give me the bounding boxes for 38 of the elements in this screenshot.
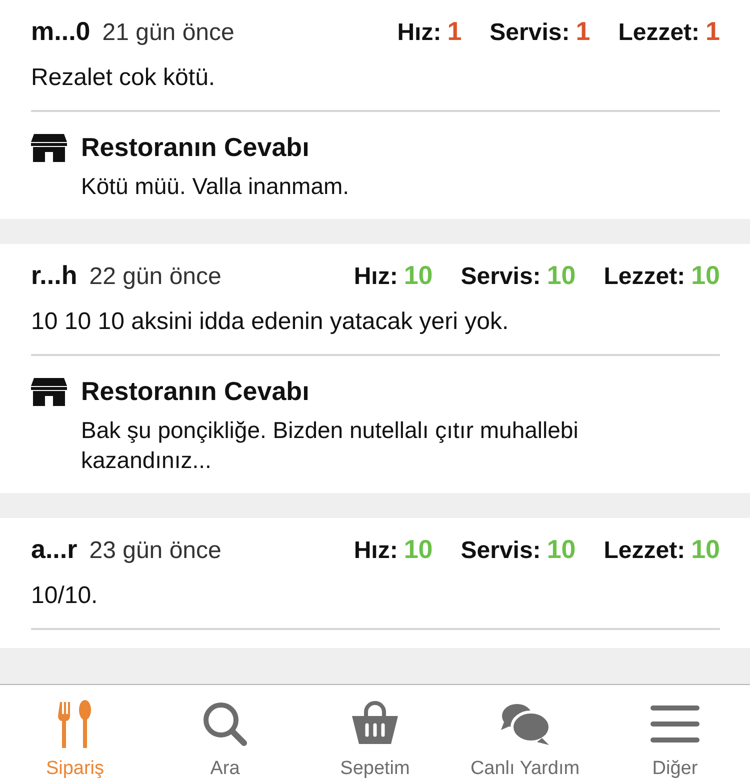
review-time: 21 gün önce	[102, 19, 236, 47]
score-value: 10	[546, 260, 576, 291]
user-name: m...0	[31, 16, 90, 47]
score-label: Hız:	[397, 19, 442, 47]
score-value: 10	[546, 534, 576, 565]
review-time: 23 gün önce	[89, 537, 222, 565]
review-comment: Rezalet cok kötü.	[31, 64, 216, 92]
tab-item[interactable]: Sepetim	[300, 685, 450, 782]
reply-title: Restoranın Cevabı	[81, 376, 310, 407]
score-label: Servis:	[460, 537, 541, 565]
score-label: Lezzet:	[604, 263, 686, 291]
tab-item[interactable]: Diğer	[600, 685, 750, 782]
score-label: Lezzet:	[618, 19, 700, 47]
user-name: r...h	[31, 260, 78, 291]
tab-item[interactable]: Canlı Yardım	[450, 685, 600, 782]
score-value: 10	[404, 260, 433, 291]
reply-title: Restoranın Cevabı	[81, 132, 310, 163]
score-label: Servis:	[460, 263, 541, 291]
score-value: 1	[576, 16, 590, 47]
score-value: 10	[404, 534, 433, 565]
store-icon	[31, 378, 67, 406]
user-name: a...r	[31, 534, 78, 565]
score-value: 1	[706, 16, 720, 47]
reply-text: Kötü müü. Valla inanmam.	[81, 172, 350, 201]
score-label: Hız:	[354, 263, 398, 291]
tab-item[interactable]: Ara	[150, 685, 300, 782]
store-icon	[31, 134, 67, 162]
reply-text: Bak şu ponçikliğe. Bizden nutellalı çıtır muhallebi kazandınız...	[81, 416, 580, 475]
tab-item[interactable]: Sipariş	[0, 685, 150, 782]
score-label: Lezzet:	[604, 537, 686, 565]
review-time: 22 gün önce	[89, 263, 222, 291]
score-label: Servis:	[490, 19, 570, 47]
score-label: Hız:	[354, 537, 398, 565]
score-value: 10	[691, 534, 720, 565]
score-value: 1	[447, 16, 462, 47]
review-comment: 10/10.	[31, 582, 99, 610]
score-value: 10	[691, 260, 720, 291]
review-comment: 10 10 10 aksini idda edenin yatacak yeri yok.	[31, 308, 510, 336]
